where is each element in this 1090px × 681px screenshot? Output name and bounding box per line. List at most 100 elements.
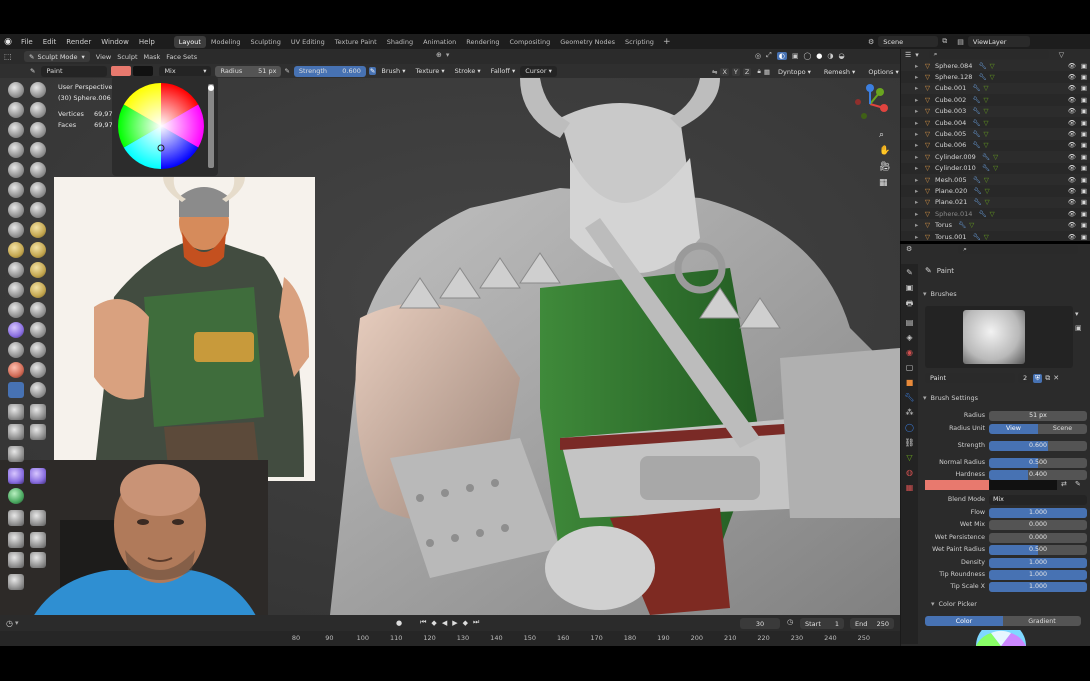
expand-arrow-icon[interactable]: ▸ bbox=[915, 96, 925, 104]
modifier-icon[interactable]: 🔧︎ bbox=[978, 73, 986, 81]
outliner-item[interactable]: ▸ ▽ Cylinder.009 🔧︎ ▽ 👁︎ ▣ bbox=[901, 151, 1090, 163]
expand-arrow-icon[interactable]: ▸ bbox=[915, 210, 925, 218]
camera-icon[interactable]: 🎥︎ bbox=[879, 162, 890, 172]
mesh-data-icon[interactable]: ▽ bbox=[984, 84, 989, 92]
brush-setting-slider[interactable]: 1.000 bbox=[989, 507, 1087, 518]
brush-setting-slider[interactable]: 0.600 bbox=[989, 440, 1087, 451]
outliner-editor-icon[interactable]: ☰ bbox=[905, 51, 911, 59]
visibility-eye-icon[interactable]: 👁︎ bbox=[1068, 119, 1076, 127]
menu-view[interactable]: View bbox=[96, 53, 111, 61]
line-project-icon[interactable] bbox=[8, 446, 24, 462]
fill-brush-icon[interactable] bbox=[30, 182, 46, 198]
tab-texture-paint[interactable]: Texture Paint bbox=[330, 36, 382, 48]
outliner-item[interactable]: ▸ ▽ Plane.021 🔧︎ ▽ 👁︎ ▣ bbox=[901, 196, 1090, 209]
tab-compositing[interactable]: Compositing bbox=[504, 36, 555, 48]
outliner-item[interactable]: ▸ ▽ Cylinder.010 🔧︎ ▽ 👁︎ ▣ bbox=[901, 163, 1090, 174]
render-camera-icon[interactable]: ▣ bbox=[1081, 96, 1087, 104]
radius-field[interactable]: Radius 51 px bbox=[215, 65, 282, 77]
smear-brush-icon[interactable] bbox=[30, 382, 46, 398]
mask-brush-icon[interactable] bbox=[8, 342, 24, 358]
view-layer-tab-icon[interactable]: ▤ bbox=[906, 318, 914, 327]
render-camera-icon[interactable]: ▣ bbox=[1081, 107, 1087, 115]
inflate-brush-icon[interactable] bbox=[8, 142, 24, 158]
boundary-brush-icon[interactable] bbox=[30, 302, 46, 318]
render-camera-icon[interactable]: ▣ bbox=[1081, 153, 1087, 161]
expand-arrow-icon[interactable]: ▸ bbox=[915, 164, 925, 172]
mesh-data-icon[interactable]: ▽ bbox=[969, 221, 974, 229]
modifier-icon[interactable]: 🔧︎ bbox=[973, 176, 981, 184]
tab-geometry-nodes[interactable]: Geometry Nodes bbox=[555, 36, 620, 48]
mesh-data-icon[interactable]: ▽ bbox=[990, 210, 995, 218]
outliner-item[interactable]: ▸ ▽ Cube.005 🔧︎ ▽ 👁︎ ▣ bbox=[901, 128, 1090, 140]
modifier-icon[interactable]: 🔧︎ bbox=[973, 187, 981, 195]
thumb-brush-icon[interactable] bbox=[8, 262, 24, 278]
menu-options[interactable]: Options ▾ bbox=[863, 66, 903, 77]
menu-edit[interactable]: Edit bbox=[38, 38, 62, 46]
data-tab-icon[interactable]: ▽ bbox=[906, 453, 912, 462]
outliner-item[interactable]: ▸ ▽ Cube.003 🔧︎ ▽ 👁︎ ▣ bbox=[901, 105, 1090, 117]
end-frame-field[interactable]: End 250 bbox=[850, 618, 894, 629]
primary-color-swatch[interactable] bbox=[925, 480, 989, 490]
visibility-eye-icon[interactable]: 👁︎ bbox=[1068, 73, 1076, 81]
brush-settings-panel-header[interactable]: ▾ Brush Settings bbox=[923, 394, 978, 402]
expand-arrow-icon[interactable]: ▸ bbox=[915, 176, 925, 184]
visibility-eye-icon[interactable]: 👁︎ bbox=[1068, 62, 1076, 70]
lock-icon[interactable]: 🔒︎ bbox=[757, 67, 760, 76]
render-camera-icon[interactable]: ▣ bbox=[1081, 210, 1087, 218]
zoom-icon[interactable]: ⌕ bbox=[879, 130, 890, 140]
material-tab-icon[interactable]: ◍ bbox=[906, 468, 913, 477]
scrape-brush-icon[interactable] bbox=[8, 202, 24, 218]
prev-keyframe-icon[interactable]: ◆ bbox=[431, 619, 436, 627]
brush-setting-slider[interactable]: 51 px bbox=[989, 410, 1087, 421]
color-wheel[interactable] bbox=[112, 76, 218, 176]
outliner-item[interactable]: ▸ ▽ Sphere.084 🔧︎ ▽ 👁︎ ▣ bbox=[901, 60, 1090, 72]
crease-brush-icon[interactable] bbox=[8, 162, 24, 178]
layer-brush-icon[interactable] bbox=[30, 122, 46, 138]
stopwatch-icon[interactable]: ◷ bbox=[787, 618, 793, 626]
filter-icon[interactable]: ▽ bbox=[1059, 51, 1064, 59]
play-reverse-icon[interactable]: ◀ bbox=[442, 619, 447, 627]
menu-file[interactable]: File bbox=[16, 38, 38, 46]
color-picker-popup[interactable] bbox=[112, 76, 218, 176]
constraints-tab-icon[interactable]: ⛓︎ bbox=[904, 438, 914, 447]
keyframe-icon[interactable]: ● bbox=[396, 619, 402, 627]
brush-setting-slider[interactable]: 1.000 bbox=[989, 569, 1087, 580]
menu-texture[interactable]: Texture ▾ bbox=[410, 66, 449, 77]
render-camera-icon[interactable]: ▣ bbox=[1081, 176, 1087, 184]
render-camera-icon[interactable]: ▣ bbox=[1081, 198, 1087, 206]
outliner-item[interactable]: ▸ ▽ Mesh.005 🔧︎ ▽ 👁︎ ▣ bbox=[901, 173, 1090, 186]
expand-arrow-icon[interactable]: ▸ bbox=[915, 153, 925, 161]
brush-setting-slider[interactable]: 1.000 bbox=[989, 557, 1087, 568]
timeline-editor-icon[interactable]: ◷ bbox=[6, 619, 13, 628]
expand-arrow-icon[interactable]: ▸ bbox=[915, 119, 925, 127]
radius-unit-view[interactable]: View bbox=[989, 423, 1038, 434]
expand-arrow-icon[interactable]: ▸ bbox=[915, 187, 925, 195]
solid-shading-icon[interactable]: ● bbox=[816, 52, 822, 60]
mesh-data-icon[interactable]: ▽ bbox=[993, 164, 998, 172]
strength-pressure-icon[interactable]: ✎ bbox=[368, 67, 377, 75]
modifier-icon[interactable]: 🔧︎ bbox=[958, 221, 966, 229]
blob-brush-icon[interactable] bbox=[30, 142, 46, 158]
xray-icon[interactable]: ▣ bbox=[792, 52, 799, 60]
material-shading-icon[interactable]: ◑ bbox=[827, 52, 833, 60]
visibility-eye-icon[interactable]: 👁︎ bbox=[1068, 107, 1076, 115]
modifier-icon[interactable]: 🔧︎ bbox=[978, 210, 986, 218]
render-camera-icon[interactable]: ▣ bbox=[1081, 84, 1087, 92]
mesh-data-icon[interactable]: ▽ bbox=[984, 119, 989, 127]
grid-icon[interactable]: ▦ bbox=[879, 178, 890, 188]
chevron-down-icon[interactable]: ▾ bbox=[446, 51, 450, 59]
render-camera-icon[interactable]: ▣ bbox=[1081, 221, 1087, 229]
render-camera-icon[interactable]: ▣ bbox=[1081, 62, 1087, 70]
brush-setting-slider[interactable]: 0.400 bbox=[989, 469, 1087, 480]
axis-x[interactable]: X bbox=[720, 67, 729, 76]
play-icon[interactable]: ▶ bbox=[452, 619, 457, 627]
slide-relax-brush-icon[interactable] bbox=[8, 302, 24, 318]
brush-menu-icon[interactable]: ▣ bbox=[1075, 324, 1082, 332]
properties-editor-icon[interactable]: ⚙ bbox=[906, 245, 912, 253]
texture-tab-icon[interactable]: ▦ bbox=[906, 483, 914, 492]
outliner-item[interactable]: ▸ ▽ Sphere.014 🔧︎ ▽ 👁︎ ▣ bbox=[901, 208, 1090, 219]
modifier-icon[interactable]: 🔧︎ bbox=[973, 233, 981, 241]
menu-cursor[interactable]: Cursor ▾ bbox=[520, 65, 557, 77]
tab-rendering[interactable]: Rendering bbox=[461, 36, 504, 48]
menu-dyntopo[interactable]: Dyntopo ▾ bbox=[773, 66, 816, 77]
